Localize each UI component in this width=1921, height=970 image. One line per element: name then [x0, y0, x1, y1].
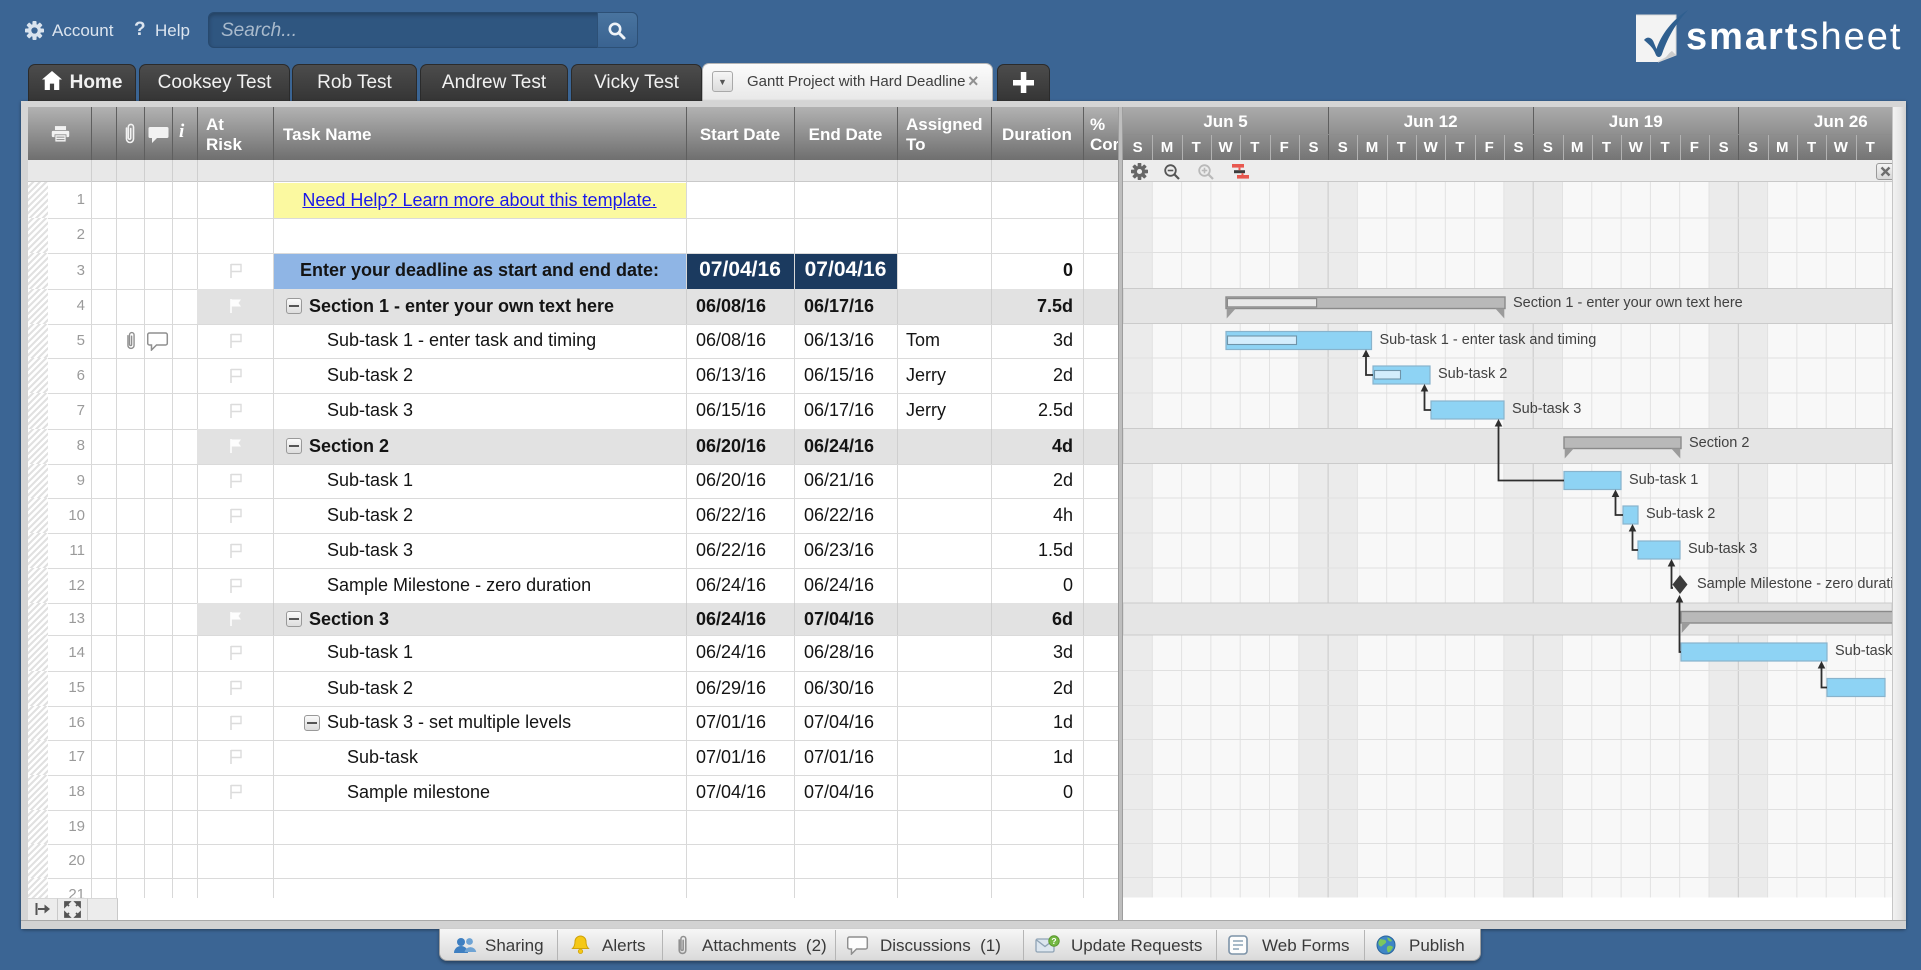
- svg-text:?: ?: [1051, 936, 1056, 946]
